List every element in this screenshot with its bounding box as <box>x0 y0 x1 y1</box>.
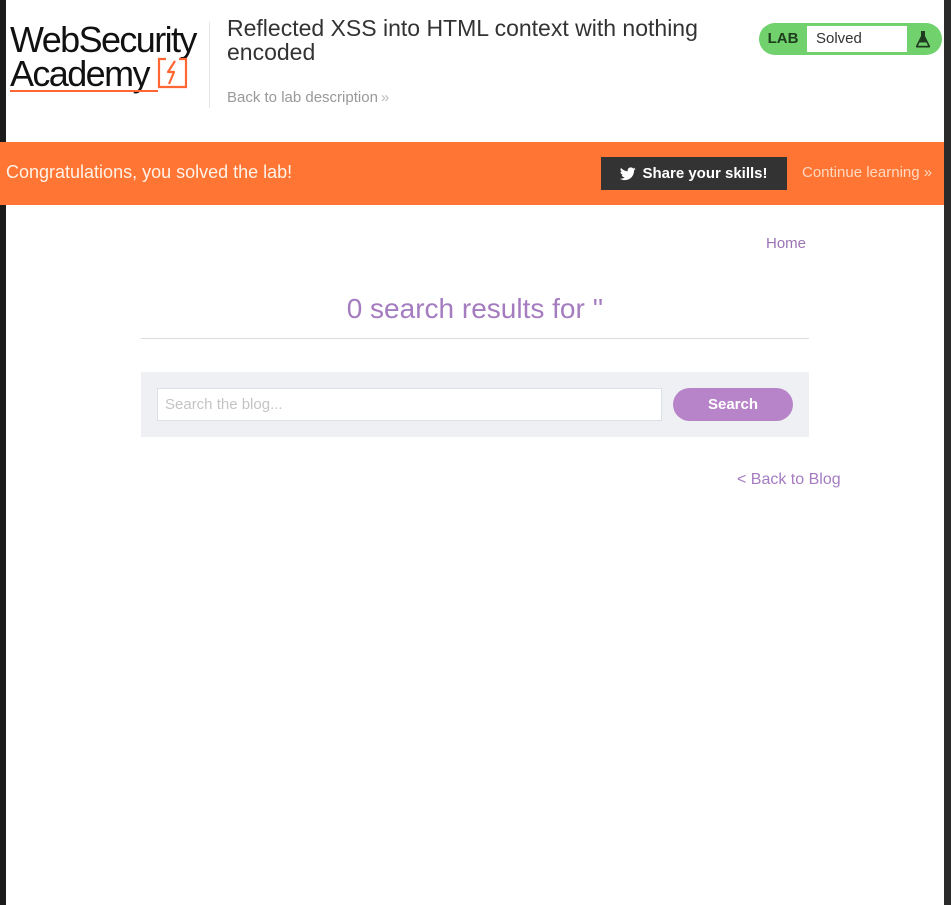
nav-home-link[interactable]: Home <box>766 235 806 252</box>
lab-title: Reflected XSS into HTML context with not… <box>227 15 698 65</box>
continue-chevron-icon: » <box>923 164 933 181</box>
search-input[interactable] <box>157 388 662 421</box>
back-to-lab-description-link[interactable]: Back to lab description» <box>227 89 389 106</box>
search-form: Search <box>141 372 809 437</box>
back-to-blog-link[interactable]: < Back to Blog <box>737 471 841 489</box>
lab-solved-notification: Congratulations, you solved the lab! Sha… <box>0 142 944 205</box>
twitter-icon <box>620 166 637 180</box>
header-divider <box>209 22 210 108</box>
web-security-academy-logo[interactable]: WebSecurity Academy <box>10 20 210 96</box>
heading-divider <box>141 338 809 339</box>
academy-header: WebSecurity Academy Reflected XSS into H… <box>6 0 944 142</box>
lab-status-value: Solved <box>807 26 907 52</box>
logo-line-2: Academy <box>10 53 150 94</box>
lab-status-widget: LAB Solved <box>759 23 942 55</box>
continue-learning-link[interactable]: Continue learning » <box>802 164 932 181</box>
search-button[interactable]: Search <box>673 388 793 421</box>
flask-icon <box>915 31 931 48</box>
lab-status-badge: LAB <box>767 30 799 47</box>
continue-learning-label: Continue learning <box>802 164 920 181</box>
share-your-skills-button[interactable]: Share your skills! <box>601 157 787 190</box>
logo-underline <box>10 90 158 92</box>
logo-bolt-icon <box>157 57 188 89</box>
share-your-skills-label: Share your skills! <box>642 165 768 182</box>
search-results-heading: 0 search results for '' <box>346 293 604 324</box>
window-frame-right <box>944 0 951 905</box>
double-chevron-right-icon: » <box>380 89 390 106</box>
congratulations-message: Congratulations, you solved the lab! <box>6 162 293 182</box>
back-to-lab-description-label: Back to lab description <box>227 89 378 106</box>
